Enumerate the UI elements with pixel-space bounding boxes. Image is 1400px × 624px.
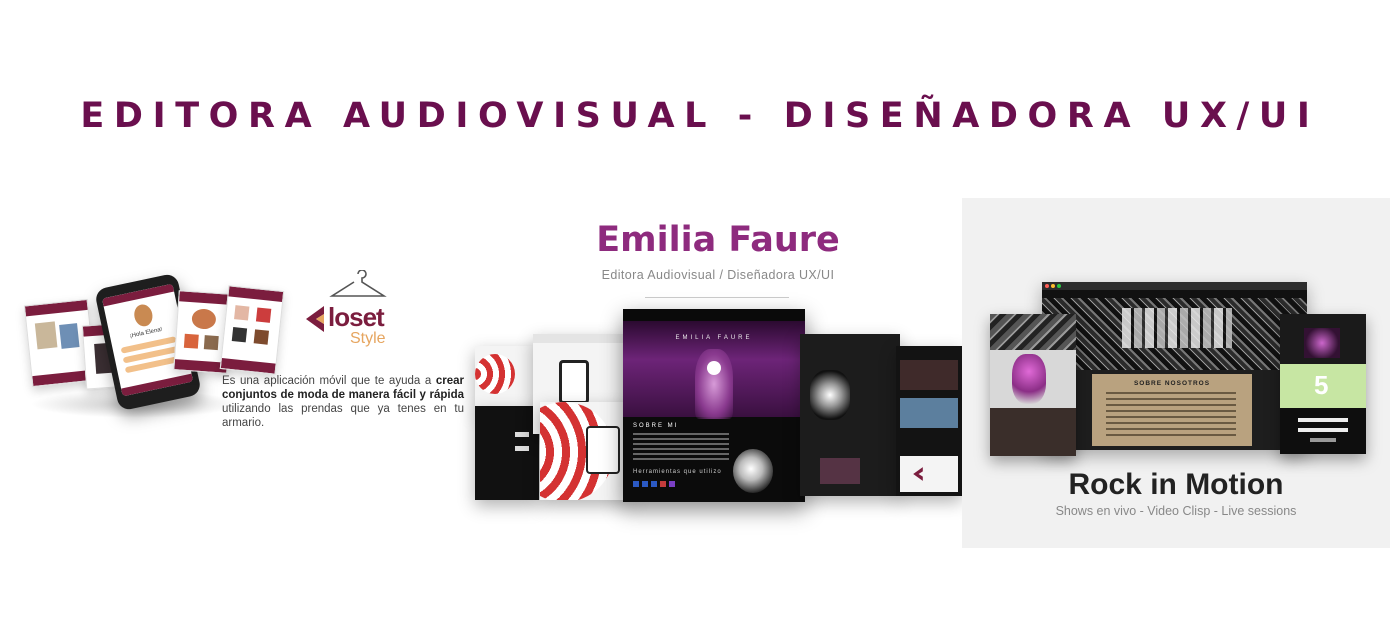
closet-mini-logo-icon: [913, 467, 923, 481]
project-description: Es una aplicación móvil que te ayuda a c…: [222, 375, 464, 429]
divider: [645, 297, 789, 298]
project-title-rock-in-motion: Rock in Motion: [1068, 468, 1284, 501]
closet-style-logo: loset Style: [302, 270, 402, 350]
project-subtitle: Editora Audiovisual / Diseñadora UX/UI: [601, 268, 835, 282]
brand-subname: Style: [350, 330, 386, 347]
site-hero-name: EMILIA FAURE: [675, 335, 753, 341]
rock-phone-right: 5: [1280, 314, 1366, 454]
mockup-left-back: [475, 346, 539, 410]
project-subtitle: Shows en vivo - Video Clisp - Live sessi…: [1055, 504, 1297, 518]
brand-name: loset: [328, 302, 385, 332]
mockup-portfolio-dark: [800, 334, 900, 496]
ransom-logo-image: [1122, 308, 1232, 348]
avatar: [132, 302, 155, 329]
site-tools-title: Herramientas que utilizo: [633, 469, 722, 475]
mockup-portfolio-right: [896, 346, 962, 496]
about-heading: SOBRE NOSOTROS: [1133, 380, 1211, 387]
project-card-closet-style[interactable]: ¡Hola Elena! loset Style Es una aplicaci…: [20, 262, 470, 442]
project-card-rock-in-motion[interactable]: SOBRE NOSOTROS 5 Rock in Motion Shows en…: [962, 198, 1390, 548]
rock-site-mockup: SOBRE NOSOTROS: [1042, 282, 1307, 450]
phone-number-label: 5: [1314, 370, 1329, 400]
hanger-icon: [329, 270, 387, 297]
c-mark-icon: [306, 306, 324, 332]
page-headline: EDITORA AUDIOVISUAL - DISEÑADORA UX/UI: [80, 96, 1320, 136]
mockup-closet-landing: [540, 402, 632, 500]
project-title-emilia-faure[interactable]: Emilia Faure: [473, 220, 963, 260]
app-screen-closet: [219, 285, 285, 375]
flower-image: [733, 449, 773, 493]
rock-phone-left: [990, 314, 1076, 456]
play-icon: [707, 361, 721, 375]
emilia-site-mockup: EMILIA FAURE SOBRE MI Herramientas que u…: [623, 309, 805, 502]
site-section-title: SOBRE MI: [633, 423, 679, 429]
mockup-left-dark: [475, 406, 539, 500]
